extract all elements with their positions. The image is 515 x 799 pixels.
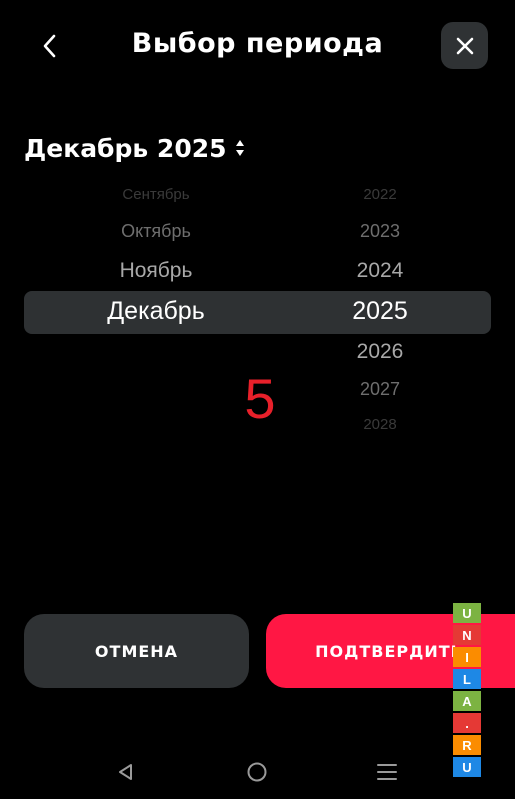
nav-recents-button[interactable] <box>373 758 401 786</box>
year-option[interactable]: 2027 <box>315 379 445 400</box>
period-label: Декабрь 2025 <box>24 133 227 163</box>
close-button[interactable] <box>441 22 488 69</box>
page-title: Выбор периода <box>131 28 384 59</box>
nav-back-button[interactable] <box>112 758 140 786</box>
watermark-letter: U <box>453 603 481 623</box>
month-wheel[interactable]: Сентябрь Октябрь Ноябрь Декабрь <box>71 178 241 442</box>
cancel-button[interactable]: ОТМЕНА <box>24 614 249 688</box>
header: Выбор периода <box>0 0 515 92</box>
year-option[interactable]: 2028 <box>315 416 445 433</box>
period-dropdown[interactable]: Декабрь 2025 <box>24 130 245 166</box>
watermark-letter: L <box>453 669 481 689</box>
close-icon <box>456 37 473 54</box>
month-option[interactable]: Ноябрь <box>71 259 241 283</box>
year-option-selected[interactable]: 2025 <box>315 297 445 326</box>
nav-home-icon <box>247 762 267 782</box>
month-option[interactable]: Сентябрь <box>71 186 241 203</box>
month-option[interactable]: Октябрь <box>71 221 241 242</box>
nav-recents-icon <box>377 764 397 780</box>
year-wheel[interactable]: 2022 2023 2024 2025 2026 2027 2028 <box>315 178 445 442</box>
nav-back-icon <box>119 764 132 780</box>
year-option[interactable]: 2023 <box>315 221 445 242</box>
watermark-letter: . <box>453 713 481 733</box>
year-option[interactable]: 2026 <box>315 340 445 364</box>
cancel-button-label: ОТМЕНА <box>94 641 179 661</box>
year-option[interactable]: 2022 <box>315 186 445 203</box>
year-option[interactable]: 2024 <box>315 259 445 283</box>
sort-updown-icon <box>235 139 245 157</box>
watermark-letter: I <box>453 647 481 667</box>
nav-home-button[interactable] <box>243 758 271 786</box>
watermark-letter: A <box>453 691 481 711</box>
watermark-letter: N <box>453 625 481 645</box>
annotation-number: 5 <box>244 367 276 430</box>
month-option-selected[interactable]: Декабрь <box>71 297 241 326</box>
system-navbar <box>0 742 515 799</box>
confirm-button-label: ПОДТВЕРДИТЬ <box>315 641 464 661</box>
